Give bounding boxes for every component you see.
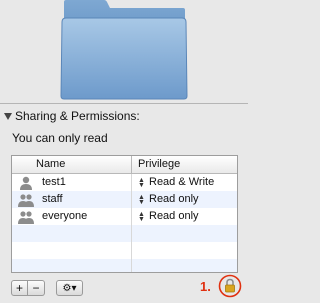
table-row[interactable]: test1 ▲ ▼ Read & Write [12,174,237,191]
privilege-value: Read only [149,193,199,205]
remove-user-button[interactable]: − [28,280,45,296]
name-cell: everyone [12,208,132,225]
group-icon [18,210,34,224]
privilege-popup[interactable]: ▲ ▼ Read & Write [132,174,237,191]
table-row[interactable]: everyone ▲ ▼ Read only [12,208,237,225]
table-row-empty [12,242,237,259]
privilege-popup[interactable]: ▲ ▼ Read only [132,191,237,208]
updown-arrows-icon: ▲ ▼ [138,176,145,189]
table-controls: + − ⚙▾ [11,280,83,296]
updown-arrows-icon: ▲ ▼ [138,210,145,223]
permission-info-text: You can only read [12,131,108,145]
user-name: test1 [42,176,66,188]
action-menu-button[interactable]: ⚙▾ [56,280,83,296]
privilege-value: Read only [149,210,199,222]
table-body: test1 ▲ ▼ Read & Write staff ▲ ▼ Read only [12,174,237,272]
folder-icon [60,0,188,100]
lock-icon[interactable] [218,274,242,298]
table-header: Name Privilege [12,156,237,174]
single-user-icon [20,176,32,190]
privilege-popup[interactable]: ▲ ▼ Read only [132,208,237,225]
privilege-value: Read & Write [149,176,215,188]
table-row-empty [12,225,237,242]
column-header-privilege[interactable]: Privilege [132,156,237,173]
section-divider [0,103,248,104]
column-header-name[interactable]: Name [12,156,132,173]
name-cell: test1 [12,174,132,191]
annotation-step-label: 1. [200,279,211,294]
table-row[interactable]: staff ▲ ▼ Read only [12,191,237,208]
user-name: staff [42,193,63,205]
disclosure-triangle-icon[interactable] [4,112,12,120]
user-name: everyone [42,210,88,222]
permissions-table[interactable]: Name Privilege test1 ▲ ▼ Read & Write st… [11,155,238,273]
lock-button[interactable] [218,274,242,298]
updown-arrows-icon: ▲ ▼ [138,193,145,206]
table-row-empty [12,259,237,272]
section-title: Sharing & Permissions: [15,109,140,123]
sharing-permissions-disclosure[interactable]: Sharing & Permissions: [4,109,140,123]
name-cell: staff [12,191,132,208]
group-icon [18,193,34,207]
folder-preview [0,0,248,100]
add-user-button[interactable]: + [11,280,28,296]
